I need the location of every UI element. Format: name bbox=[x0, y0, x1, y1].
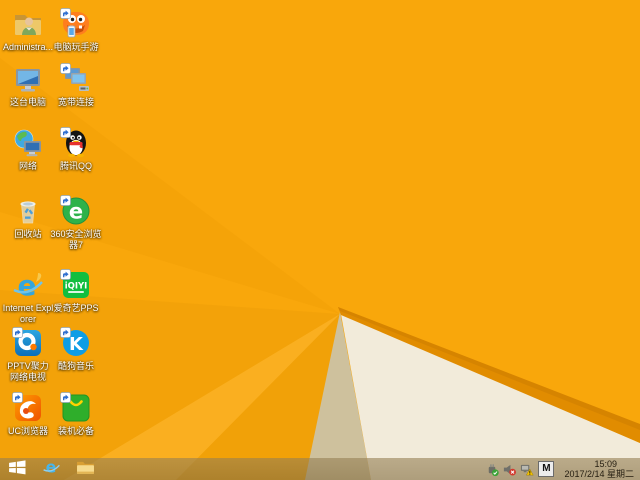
shortcut-arrow-icon bbox=[60, 327, 71, 338]
folder-icon bbox=[76, 459, 95, 480]
software-store-bag-icon bbox=[60, 392, 92, 424]
windows-logo-icon bbox=[8, 459, 27, 480]
kugou-icon: K bbox=[60, 327, 92, 359]
recycle-bin-icon bbox=[12, 195, 44, 227]
volume-muted-icon[interactable] bbox=[501, 458, 518, 480]
clock-date: 2017/2/14 星期二 bbox=[564, 469, 634, 479]
svg-text:e: e bbox=[69, 200, 83, 224]
desktop-icon-label: 360安全浏览器7 bbox=[50, 229, 102, 250]
desktop-icon-label: Administra... bbox=[2, 42, 53, 52]
iqiyi-icon: iQIYI bbox=[60, 269, 92, 301]
user-folder-icon bbox=[12, 8, 44, 40]
desktop-icon-label: 宽带连接 bbox=[57, 97, 94, 107]
start-button[interactable] bbox=[0, 458, 34, 480]
computer-icon bbox=[12, 63, 44, 95]
desktop: Administra... 电脑玩手游 这台电脑 宽带连接 网络 腾讯QQ 回收… bbox=[0, 0, 640, 480]
desktop-icon-internet-explorer[interactable]: e Internet Explorer bbox=[2, 269, 54, 325]
taskbar-left: e bbox=[0, 457, 102, 480]
system-tray: M 15:09 2017/2/14 星期二 bbox=[484, 458, 640, 480]
desktop-icon-label: 腾讯QQ bbox=[59, 161, 92, 171]
broadband-connection-icon bbox=[60, 63, 92, 95]
shortcut-arrow-icon bbox=[12, 392, 23, 403]
shortcut-arrow-icon bbox=[12, 327, 23, 338]
desktop-icon-zhuangji-bibei[interactable]: 装机必备 bbox=[50, 392, 102, 437]
desktop-icon-label: 这台电脑 bbox=[9, 97, 46, 107]
desktop-icon-label: Internet Explorer bbox=[2, 303, 54, 324]
desktop-icon-label: PPTV聚力 网络电视 bbox=[7, 361, 49, 382]
desktop-icon-360-browser[interactable]: e 360安全浏览器7 bbox=[50, 195, 102, 251]
safely-remove-hardware-icon[interactable] bbox=[484, 458, 501, 480]
taskbar: e M 15:09 2017/2/14 星期二 bbox=[0, 457, 640, 480]
ime-indicator[interactable]: M bbox=[538, 461, 555, 477]
desktop-icon-administrator[interactable]: Administra... bbox=[2, 8, 54, 53]
desktop-icon-network[interactable]: 网络 bbox=[2, 127, 54, 172]
desktop-icon-this-pc[interactable]: 这台电脑 bbox=[2, 63, 54, 108]
monster-game-icon bbox=[60, 8, 92, 40]
desktop-icon-label: 酷狗音乐 bbox=[57, 361, 94, 371]
svg-text:e: e bbox=[45, 458, 56, 476]
taskbar-ie-button[interactable]: e bbox=[34, 457, 68, 480]
svg-text:K: K bbox=[69, 334, 84, 355]
shortcut-arrow-icon bbox=[60, 392, 71, 403]
360-browser-icon: e bbox=[60, 195, 92, 227]
internet-explorer-icon: e bbox=[42, 457, 61, 480]
desktop-icon-label: 电脑玩手游 bbox=[53, 42, 99, 52]
desktop-icon-kugou-music[interactable]: K 酷狗音乐 bbox=[50, 327, 102, 372]
desktop-icon-pc-play-mobile[interactable]: 电脑玩手游 bbox=[50, 8, 102, 53]
svg-text:iQIYI: iQIYI bbox=[65, 282, 88, 292]
desktop-icon-uc-browser[interactable]: UC浏览器 bbox=[2, 392, 54, 437]
desktop-icon-iqiyi-pps[interactable]: iQIYI 爱奇艺PPS bbox=[50, 269, 102, 314]
shortcut-arrow-icon bbox=[60, 269, 71, 280]
taskbar-file-explorer-button[interactable] bbox=[68, 458, 102, 480]
desktop-icon-label: UC浏览器 bbox=[8, 426, 48, 436]
clock-time: 15:09 bbox=[594, 459, 617, 469]
svg-text:e: e bbox=[18, 269, 37, 301]
taskbar-clock[interactable]: 15:09 2017/2/14 星期二 bbox=[557, 458, 640, 480]
network-globe-icon bbox=[12, 127, 44, 159]
desktop-icon-broadband[interactable]: 宽带连接 bbox=[50, 63, 102, 108]
desktop-icon-label: 爱奇艺PPS bbox=[53, 303, 99, 313]
shortcut-arrow-icon bbox=[60, 63, 71, 74]
uc-browser-icon bbox=[12, 392, 44, 424]
network-warning-icon[interactable] bbox=[518, 458, 535, 480]
shortcut-arrow-icon bbox=[60, 195, 71, 206]
pptv-icon bbox=[12, 327, 44, 359]
qq-penguin-icon bbox=[60, 127, 92, 159]
internet-explorer-icon: e bbox=[12, 269, 44, 301]
ime-letter: M bbox=[542, 463, 551, 474]
shortcut-arrow-icon bbox=[60, 127, 71, 138]
desktop-icon-tencent-qq[interactable]: 腾讯QQ bbox=[50, 127, 102, 172]
desktop-icon-pptv[interactable]: PPTV聚力 网络电视 bbox=[2, 327, 54, 383]
desktop-icon-recycle-bin[interactable]: 回收站 bbox=[2, 195, 54, 240]
desktop-icon-label: 网络 bbox=[18, 161, 37, 171]
shortcut-arrow-icon bbox=[60, 8, 71, 19]
desktop-icon-label: 装机必备 bbox=[57, 426, 94, 436]
desktop-icon-label: 回收站 bbox=[14, 229, 42, 239]
